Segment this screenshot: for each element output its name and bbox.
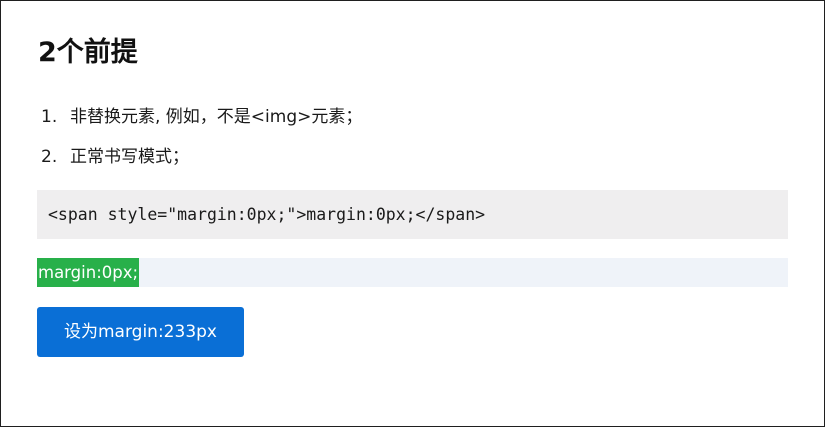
demo-container: margin:0px;: [37, 258, 788, 287]
content-frame: 2个前提 1. 非替换元素, 例如，不是<img>元素； 2. 正常书写模式； <s…: [0, 0, 825, 427]
demo-span: margin:0px;: [37, 258, 140, 287]
list-item-text: 正常书写模式；: [70, 147, 189, 167]
page-title: 2个前提: [38, 37, 138, 68]
list-item-text: 非替换元素, 例如，不是<img>元素；: [70, 107, 363, 127]
set-margin-button[interactable]: 设为margin:233px: [37, 307, 244, 357]
list-item: 2. 正常书写模式；: [41, 142, 189, 172]
list-item-number: 1.: [41, 107, 58, 127]
code-sample-box: <span style="margin:0px;">margin:0px;</s…: [37, 190, 788, 239]
code-sample-text: <span style="margin:0px;">margin:0px;</s…: [48, 205, 486, 224]
list-item: 1. 非替换元素, 例如，不是<img>元素；: [41, 102, 362, 132]
list-item-number: 2.: [41, 147, 58, 167]
